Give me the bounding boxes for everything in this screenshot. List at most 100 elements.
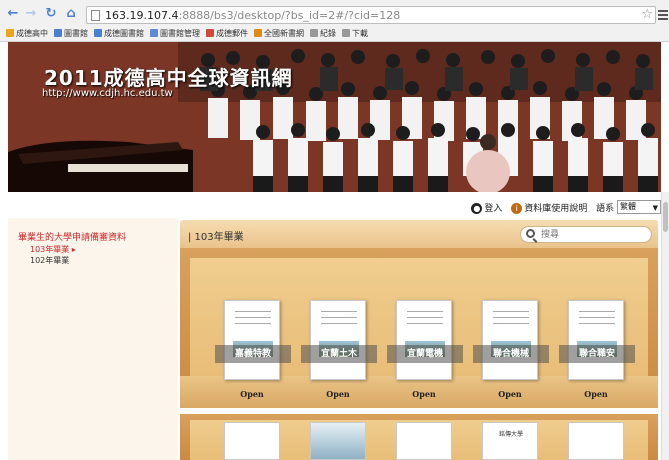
cover-text-line bbox=[321, 311, 357, 312]
scrollbar-thumb[interactable] bbox=[663, 202, 668, 232]
open-book-link[interactable]: Open bbox=[568, 389, 624, 399]
shelf-row-1: 嘉義特教 Open 宜蘭土木 Open 宜蘭電機 Open 聯合機械 Open 聯合職安 Open bbox=[180, 248, 658, 408]
home-icon[interactable]: ⌂ bbox=[64, 7, 78, 21]
shelf-row-2: 銘傳大學 bbox=[180, 414, 658, 460]
bookmark-icon bbox=[254, 29, 262, 37]
bookmark-label: 全國新書網 bbox=[264, 29, 304, 38]
cover-text-line bbox=[579, 311, 615, 312]
book-cover[interactable] bbox=[310, 422, 366, 460]
cover-text-line bbox=[493, 323, 529, 324]
cover-text-line bbox=[579, 317, 615, 318]
page-content: ● 登入 i 資料庫使用說明 語系 繁體 ▼ 畢業生的大學申請備審資料 103年畢業 … bbox=[8, 192, 661, 460]
browser-menu-icon[interactable] bbox=[658, 10, 668, 20]
cover-text-line bbox=[493, 311, 529, 312]
book-cover[interactable]: 嘉義特教 bbox=[215, 300, 291, 380]
cover-text-line bbox=[407, 323, 443, 324]
bookmark-label: 下載 bbox=[352, 29, 368, 38]
site-banner: 2011成德高中全球資訊網 http://www.cdjh.hc.edu.tw bbox=[8, 42, 661, 192]
sidebar-title[interactable]: 畢業生的大學申請備審資料 bbox=[18, 230, 126, 243]
book-cover[interactable]: 宜蘭土木 bbox=[301, 300, 377, 380]
book-title[interactable]: 聯合機械 bbox=[473, 345, 549, 363]
back-icon[interactable]: ← bbox=[6, 7, 20, 21]
bookmark-item[interactable]: 成德圖書館 bbox=[94, 27, 144, 41]
bookmark-star-icon[interactable]: ☆ bbox=[641, 7, 653, 22]
book-title[interactable]: 聯合職安 bbox=[559, 345, 635, 363]
bookmark-item[interactable]: 紀錄 bbox=[310, 27, 336, 41]
bookmark-label: 圖書館 bbox=[64, 29, 88, 38]
bookmark-icon bbox=[94, 29, 102, 37]
open-book-link[interactable]: Open bbox=[224, 389, 280, 399]
book-cover[interactable] bbox=[568, 422, 624, 460]
bookmark-icon bbox=[6, 29, 14, 37]
bookmark-label: 成德圖書館 bbox=[104, 29, 144, 38]
language-label: 語系 bbox=[596, 203, 615, 214]
bookmark-item[interactable]: 成德高中 bbox=[6, 27, 48, 41]
page-scrollbar[interactable] bbox=[661, 192, 669, 460]
banner-url: http://www.cdjh.hc.edu.tw bbox=[42, 88, 173, 99]
bookmarks-bar: 成德高中 圖書館 成德圖書館 圖書館管理 成德郵件 全國新書網 紀錄 下載 bbox=[0, 27, 669, 41]
browser-chrome: ← → ↻ ⌂ 163.19.107.4:8888/bs3/desktop/?b… bbox=[0, 0, 669, 42]
open-book-link[interactable]: Open bbox=[310, 389, 366, 399]
chevron-down-icon: ▼ bbox=[652, 204, 658, 212]
bookmark-label: 紀錄 bbox=[320, 29, 336, 38]
bookmark-item[interactable]: 成德郵件 bbox=[206, 27, 248, 41]
book-title[interactable]: 嘉義特教 bbox=[215, 345, 291, 363]
forward-icon[interactable]: → bbox=[24, 7, 38, 21]
shelf-title: | 103年畢業 bbox=[188, 232, 244, 243]
book-cover[interactable]: 銘傳大學 bbox=[482, 422, 538, 460]
cover-text-line bbox=[407, 317, 443, 318]
bookmark-label: 成德郵件 bbox=[216, 29, 248, 38]
login-label: 登入 bbox=[484, 203, 503, 214]
banner-title: 2011成德高中全球資訊網 bbox=[44, 66, 293, 90]
url-host: 163.19.107.4 bbox=[105, 9, 179, 22]
bookmark-icon bbox=[54, 29, 62, 37]
bookmark-label: 成德高中 bbox=[16, 29, 48, 38]
url-text[interactable]: 163.19.107.4:8888/bs3/desktop/?bs_id=2#/… bbox=[105, 9, 400, 22]
sidebar: 畢業生的大學申請備審資料 103年畢業 ▸ 102年畢業 bbox=[8, 218, 178, 460]
search-icon[interactable] bbox=[526, 229, 535, 238]
info-icon: i bbox=[511, 202, 523, 214]
top-toolbar: ● 登入 i 資料庫使用說明 語系 繁體 ▼ bbox=[465, 200, 661, 218]
cover-text-line bbox=[493, 317, 529, 318]
book-cover[interactable] bbox=[396, 422, 452, 460]
bookmark-item[interactable]: 下載 bbox=[342, 27, 368, 41]
bookmark-icon bbox=[150, 29, 158, 37]
language-select[interactable]: 繁體 ▼ bbox=[617, 200, 661, 214]
book-cover[interactable]: 聯合機械 bbox=[473, 300, 549, 380]
shelf-header: | 103年畢業 bbox=[180, 220, 658, 248]
book-cover[interactable]: 聯合職安 bbox=[559, 300, 635, 380]
page-icon bbox=[91, 10, 100, 21]
bookshelf: | 103年畢業 嘉義特教 Open 宜蘭土木 Open 宜蘭電機 Open 聯合機械 Ope… bbox=[180, 220, 658, 460]
bookmark-item[interactable]: 圖書館管理 bbox=[150, 27, 200, 41]
sidebar-item-103[interactable]: 103年畢業 ▸ bbox=[30, 244, 76, 255]
language-value: 繁體 bbox=[620, 202, 636, 211]
bookmark-label: 圖書館管理 bbox=[160, 29, 200, 38]
bookmark-item[interactable]: 全國新書網 bbox=[254, 27, 304, 41]
search-box[interactable] bbox=[520, 226, 652, 243]
book-title[interactable]: 宜蘭土木 bbox=[301, 345, 377, 363]
cover-text-line bbox=[321, 317, 357, 318]
cover-text-line bbox=[407, 311, 443, 312]
address-bar[interactable]: 163.19.107.4:8888/bs3/desktop/?bs_id=2#/… bbox=[86, 6, 656, 24]
bookmark-item[interactable]: 圖書館 bbox=[54, 27, 88, 41]
reload-icon[interactable]: ↻ bbox=[44, 7, 58, 21]
browser-navbar: ← → ↻ ⌂ 163.19.107.4:8888/bs3/desktop/?b… bbox=[0, 4, 669, 26]
bookmark-icon bbox=[310, 29, 318, 37]
bookmark-icon bbox=[206, 29, 214, 37]
open-book-link[interactable]: Open bbox=[482, 389, 538, 399]
book-cover[interactable] bbox=[224, 422, 280, 460]
user-icon: ● bbox=[471, 202, 483, 214]
sidebar-item-102[interactable]: 102年畢業 bbox=[30, 255, 69, 266]
url-path: :8888/bs3/desktop/?bs_id=2#/?cid=128 bbox=[178, 9, 401, 22]
login-link[interactable]: ● 登入 bbox=[471, 201, 502, 214]
cover-text-line bbox=[235, 311, 271, 312]
help-link[interactable]: i 資料庫使用說明 bbox=[511, 201, 587, 214]
search-input[interactable] bbox=[541, 228, 641, 241]
cover-text-line bbox=[235, 323, 271, 324]
open-book-link[interactable]: Open bbox=[396, 389, 452, 399]
book-cover[interactable]: 宜蘭電機 bbox=[387, 300, 463, 380]
book-title[interactable]: 宜蘭電機 bbox=[387, 345, 463, 363]
cover-text-line bbox=[235, 317, 271, 318]
book-cover-title: 銘傳大學 bbox=[498, 431, 523, 438]
bookmark-icon bbox=[342, 29, 350, 37]
